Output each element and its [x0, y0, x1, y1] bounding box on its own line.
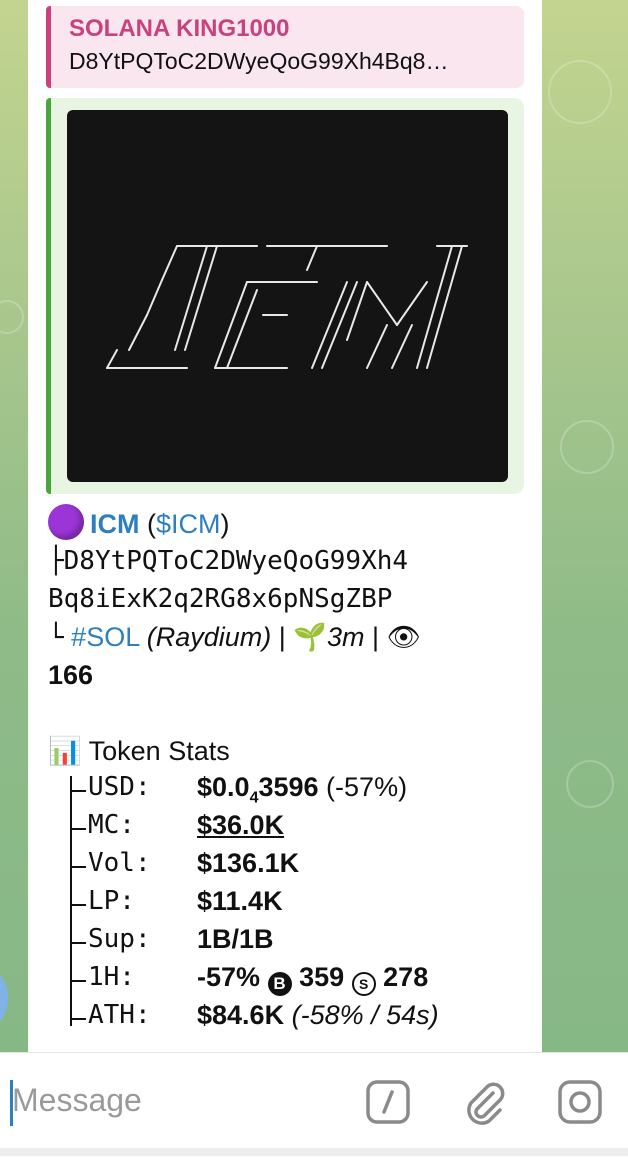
link-preview[interactable]	[46, 98, 524, 494]
stat-value: $136.1K	[197, 848, 300, 878]
stat-value: $0.043596 (-57%)	[197, 772, 407, 807]
market-cap-link[interactable]: $36.0K	[197, 810, 284, 841]
buy-count: 359	[299, 962, 345, 992]
attach-paperclip-icon[interactable]	[460, 1078, 508, 1126]
sell-count: 278	[383, 962, 429, 992]
ath-value: $84.6K	[197, 1000, 285, 1030]
stat-value: $11.4K	[197, 886, 283, 916]
ticker-paren-close: )	[220, 509, 230, 539]
tree-end-icon: └	[48, 623, 64, 653]
tree-branch	[70, 942, 86, 944]
background-doodle	[548, 60, 612, 124]
buy-b-icon: B	[267, 972, 292, 996]
usd-price-digits: 3596	[258, 772, 319, 802]
stat-label: ATH:	[88, 1000, 151, 1030]
tree-branch	[70, 790, 86, 792]
hour-change: -57%	[197, 962, 261, 992]
view-count: 166	[48, 660, 94, 690]
contract-address-line2[interactable]: Bq8iExK2q2RG8x6pNSgZBP	[48, 580, 392, 618]
tree-branch	[70, 866, 86, 868]
separator: |	[278, 622, 286, 652]
stat-label: Sup:	[88, 924, 151, 954]
tree-branch	[70, 1018, 86, 1020]
background-doodle	[0, 300, 24, 334]
ath-change: (-58% / 54s)	[291, 1000, 439, 1030]
stat-label: MC:	[88, 810, 135, 840]
stat-value: $84.6K (-58% / 54s)	[197, 1000, 439, 1031]
chain-info-line: └ #SOL (Raydium) | 🌱3m | 👁	[48, 618, 421, 657]
token-ticker-link[interactable]: $ICM	[156, 509, 221, 539]
tree-branch-icon: ├	[48, 546, 64, 576]
stat-value: 1B/1B	[197, 924, 274, 954]
tree-branch	[70, 980, 86, 982]
contract-address-line1[interactable]: ├D8YtPQToC2DWyeQoG99Xh4	[48, 542, 408, 580]
usd-price-prefix: $0.0	[197, 772, 250, 802]
eye-icon: 👁	[386, 622, 421, 652]
sell-s-icon: S	[351, 972, 376, 996]
address-part1[interactable]: D8YtPQToC2DWyeQoG99Xh4	[64, 546, 408, 576]
chain-hashtag-link[interactable]: #SOL	[71, 622, 139, 652]
reply-sender-name: SOLANA KING1000	[69, 15, 290, 42]
token-age: 3m	[326, 622, 365, 652]
bar-chart-icon: 📊	[48, 736, 82, 766]
stat-value: -57% B 359 S 278	[197, 962, 428, 996]
stat-label: Vol:	[88, 848, 151, 878]
token-header: ICM ($ICM)	[48, 504, 230, 543]
preview-image[interactable]	[67, 110, 508, 482]
address-part2[interactable]: Bq8iExK2q2RG8x6pNSgZBP	[48, 584, 392, 614]
usd-change: (-57%)	[318, 772, 408, 802]
seedling-icon: 🌱	[293, 622, 327, 652]
dex-name: (Raydium)	[146, 622, 272, 652]
icm-ascii-logo	[106, 245, 468, 369]
tree-branch	[70, 828, 86, 830]
background-doodle	[560, 420, 614, 474]
token-stats-title: 📊 Token Stats	[48, 732, 230, 770]
tree-branch	[70, 904, 86, 906]
ticker-paren-open: (	[147, 509, 157, 539]
purple-circle-icon	[48, 504, 84, 540]
separator: |	[371, 622, 379, 652]
camera-icon[interactable]	[556, 1078, 604, 1126]
stats-title-text: Token Stats	[88, 736, 230, 766]
stat-label: LP:	[88, 886, 135, 916]
tree-trunk	[70, 776, 72, 1026]
reply-preview[interactable]: SOLANA KING1000 D8YtPQToC2DWyeQoG99Xh4Bq…	[46, 6, 524, 88]
reply-snippet: D8YtPQToC2DWyeQoG99Xh4Bq8…	[69, 48, 449, 74]
background-doodle	[566, 760, 614, 808]
message-input[interactable]: Message	[12, 1082, 142, 1119]
system-nav-bar	[0, 1148, 628, 1156]
token-name-link[interactable]: ICM	[90, 509, 140, 539]
stat-label: 1H:	[88, 962, 135, 992]
stat-label: USD:	[88, 772, 151, 802]
bot-commands-icon[interactable]	[364, 1078, 412, 1126]
